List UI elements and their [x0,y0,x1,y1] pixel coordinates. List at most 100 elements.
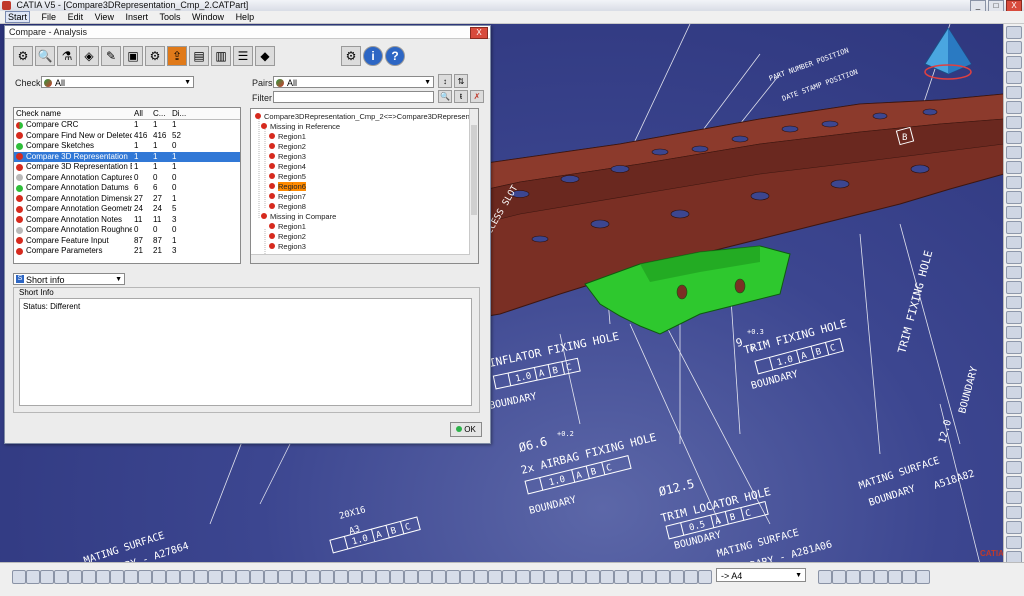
toolbar-tool-26[interactable] [1006,401,1022,414]
toolbar-tool-11[interactable] [1006,176,1022,189]
toolbar-tool-21[interactable] [1006,326,1022,339]
bottom-tool-38[interactable] [530,570,544,584]
tree-ref-region[interactable]: Region2 [269,141,306,151]
menu-insert[interactable]: Insert [125,12,148,22]
toolbar-tool-31[interactable] [1006,476,1022,489]
tree-vertical-scrollbar[interactable] [469,109,478,263]
bottom-tool-43[interactable] [600,570,614,584]
bottom-tool-19[interactable] [264,570,278,584]
bottom-tool-35[interactable] [488,570,502,584]
book-icon[interactable]: ▥ [211,46,231,66]
bottom-tool-6[interactable] [82,570,96,584]
menu-start[interactable]: Start [5,11,31,23]
col-all[interactable]: All [132,108,151,119]
bottom-tool-40[interactable] [558,570,572,584]
bottom-tool-14[interactable] [194,570,208,584]
bottom-tool-58[interactable] [916,570,930,584]
bottom-tool-3[interactable] [40,570,54,584]
menu-view[interactable]: View [95,12,114,22]
bottom-tool-52[interactable] [832,570,846,584]
menu-file[interactable]: File [42,12,57,22]
tree-horizontal-scrollbar[interactable] [251,254,470,263]
tree-cmp-region[interactable]: Region3 [269,241,306,251]
tree-ref-region[interactable]: Region3 [269,151,306,161]
toolbar-tool-7[interactable] [1006,116,1022,129]
toolbar-tool-35[interactable] [1006,536,1022,549]
bottom-tool-31[interactable] [432,570,446,584]
bottom-tool-28[interactable] [390,570,404,584]
bottom-tool-42[interactable] [586,570,600,584]
standard-select[interactable]: -> A4 ▼ [716,568,806,582]
tree-ref-region[interactable]: Region4 [269,161,306,171]
bottom-tool-11[interactable] [152,570,166,584]
toolbar-tool-6[interactable] [1006,101,1022,114]
col-different[interactable]: Di... [170,108,189,119]
menu-help[interactable]: Help [236,12,255,22]
bottom-tool-5[interactable] [68,570,82,584]
toolbar-tool-4[interactable] [1006,71,1022,84]
bottom-tool-20[interactable] [278,570,292,584]
check-row[interactable]: Compare Annotation Datums 6 6 0 [14,183,240,194]
toolbar-tool-24[interactable] [1006,371,1022,384]
bottom-tool-41[interactable] [572,570,586,584]
toolbar-tool-15[interactable] [1006,236,1022,249]
bottom-tool-57[interactable] [902,570,916,584]
tree-cmp-region[interactable]: Region2 [269,231,306,241]
toolbar-tool-3[interactable] [1006,56,1022,69]
toolbar-tool-13[interactable] [1006,206,1022,219]
document-icon[interactable]: ▤ [189,46,209,66]
toolbar-tool-34[interactable] [1006,521,1022,534]
toolbar-tool-19[interactable] [1006,296,1022,309]
bottom-tool-15[interactable] [208,570,222,584]
bottom-tool-32[interactable] [446,570,460,584]
toolbar-tool-22[interactable] [1006,341,1022,354]
check-row[interactable]: Compare Annotation Roughness 0 0 0 [14,225,240,236]
tree-root[interactable]: Compare3DRepresentation_Cmp_2<=>Compare3… [255,111,478,121]
bottom-tool-13[interactable] [180,570,194,584]
tag-icon[interactable]: ◈ [79,46,99,66]
toolbar-tool-1[interactable] [1006,26,1022,39]
clear-filter-icon[interactable]: ✗ [470,90,484,103]
toolbar-tool-16[interactable] [1006,251,1022,264]
filter-text-icon[interactable]: ŧ [454,90,468,103]
filter-input[interactable] [273,91,434,103]
toolbar-tool-27[interactable] [1006,416,1022,429]
checks-select[interactable]: All ▼ [41,76,194,88]
toolbar-tool-23[interactable] [1006,356,1022,369]
export-icon[interactable]: ⇪ [167,46,187,66]
tree-ref-region[interactable]: Region8 [269,201,306,211]
bottom-tool-34[interactable] [474,570,488,584]
menu-tools[interactable]: Tools [160,12,181,22]
bottom-tool-51[interactable] [818,570,832,584]
check-row[interactable]: Compare Feature Input 87 87 1 [14,236,240,247]
tree-missing-in-compare[interactable]: Missing in Compare [261,211,336,221]
tree-ref-region[interactable]: Region5 [269,171,306,181]
bottom-tool-27[interactable] [376,570,390,584]
toolbar-tool-9[interactable] [1006,146,1022,159]
bottom-tool-54[interactable] [860,570,874,584]
menu-window[interactable]: Window [192,12,224,22]
toolbar-tool-18[interactable] [1006,281,1022,294]
bottom-tool-50[interactable] [698,570,712,584]
bottom-tool-4[interactable] [54,570,68,584]
bottom-tool-29[interactable] [404,570,418,584]
bottom-tool-1[interactable] [12,570,26,584]
microscope-icon[interactable]: ⚗ [57,46,77,66]
bottom-tool-26[interactable] [362,570,376,584]
bottom-tool-44[interactable] [614,570,628,584]
bottom-tool-49[interactable] [684,570,698,584]
settings-icon[interactable]: ⚙ [145,46,165,66]
bottom-tool-21[interactable] [292,570,306,584]
toolbar-tool-28[interactable] [1006,431,1022,444]
bottom-tool-23[interactable] [320,570,334,584]
tree-cmp-region[interactable]: Region1 [269,221,306,231]
toolbar-tool-25[interactable] [1006,386,1022,399]
toolbar-tool-30[interactable] [1006,461,1022,474]
bottom-tool-39[interactable] [544,570,558,584]
bottom-tool-33[interactable] [460,570,474,584]
bottom-tool-9[interactable] [124,570,138,584]
list-icon[interactable]: ☰ [233,46,253,66]
toolbar-tool-8[interactable] [1006,131,1022,144]
toolbar-tool-5[interactable] [1006,86,1022,99]
toolbar-tool-10[interactable] [1006,161,1022,174]
